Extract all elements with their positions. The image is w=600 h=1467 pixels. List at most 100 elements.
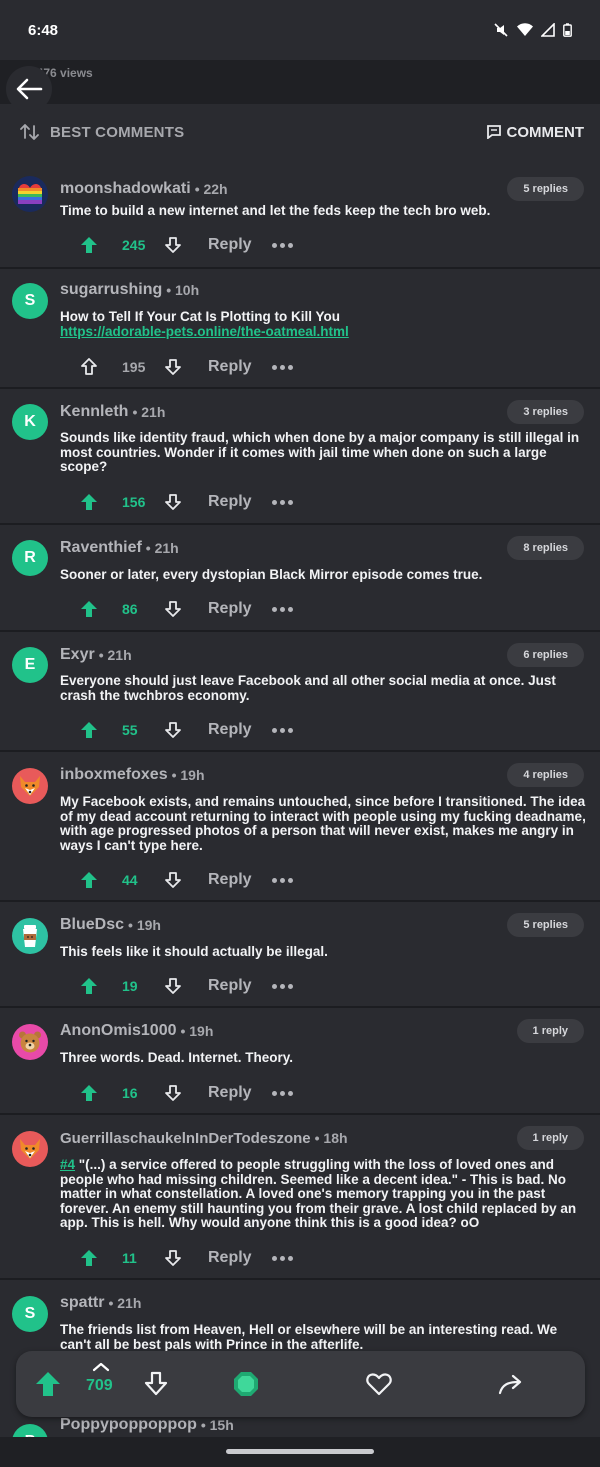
more-options-icon[interactable]	[271, 499, 293, 505]
upvote-icon[interactable]	[78, 600, 100, 618]
replies-button[interactable]: 3 replies	[507, 400, 584, 424]
share-arrow-icon[interactable]	[497, 1370, 525, 1398]
avatar[interactable]	[12, 918, 48, 954]
comment-username[interactable]: AnonOmis1000	[60, 1022, 176, 1040]
comment-username[interactable]: Poppypoppoppop	[60, 1416, 197, 1434]
reply-button[interactable]: Reply	[208, 358, 252, 376]
comment-text: The friends list from Heaven, Hell or el…	[60, 1322, 558, 1352]
upvote-icon[interactable]	[78, 493, 100, 511]
home-indicator[interactable]	[226, 1449, 374, 1454]
sort-button[interactable]: BEST COMMENTS	[20, 124, 184, 141]
reply-button[interactable]: Reply	[208, 236, 252, 254]
replies-button[interactable]: 1 reply	[516, 1126, 584, 1150]
comment-username[interactable]: GuerrillaschaukelnInDerTodeszone	[60, 1130, 311, 1147]
post-score: 709	[86, 1377, 113, 1394]
comment-time: • 19h	[128, 917, 161, 933]
downvote-icon[interactable]	[162, 358, 184, 376]
replies-button[interactable]: 8 replies	[507, 536, 584, 560]
favorite-heart-icon[interactable]	[365, 1370, 393, 1398]
comment-score: 86	[122, 601, 138, 617]
avatar[interactable]: R	[12, 540, 48, 576]
comment-username[interactable]: inboxmefoxes	[60, 766, 168, 784]
upvote-icon[interactable]	[78, 358, 100, 376]
reply-button[interactable]: Reply	[208, 1249, 252, 1267]
comment-actions: 19 Reply	[78, 971, 293, 1001]
comment-body: How to Tell If Your Cat Is Plotting to K…	[60, 309, 340, 324]
comment-username[interactable]: sugarrushing	[60, 281, 162, 299]
comment-item: R Raventhief • 21h 8 replies Sooner or l…	[0, 527, 600, 632]
comment-username[interactable]: Exyr	[60, 646, 95, 664]
more-options-icon[interactable]	[271, 242, 293, 248]
more-options-icon[interactable]	[271, 606, 293, 612]
more-options-icon[interactable]	[271, 364, 293, 370]
upvote-icon[interactable]	[78, 977, 100, 995]
bear-icon	[19, 1031, 41, 1053]
downvote-icon[interactable]	[162, 493, 184, 511]
avatar[interactable]	[12, 1131, 48, 1167]
downvote-icon[interactable]	[162, 721, 184, 739]
comment-actions: 11 Reply	[78, 1243, 293, 1273]
upvote-icon[interactable]	[78, 871, 100, 889]
reply-button[interactable]: Reply	[208, 871, 252, 889]
reply-button[interactable]: Reply	[208, 493, 252, 511]
avatar[interactable]	[12, 176, 48, 212]
award-gem-icon[interactable]	[232, 1370, 260, 1398]
upvote-icon[interactable]	[78, 236, 100, 254]
avatar[interactable]	[12, 1024, 48, 1060]
downvote-icon[interactable]	[162, 871, 184, 889]
upvote-icon[interactable]	[78, 1084, 100, 1102]
avatar[interactable]: S	[12, 283, 48, 319]
more-options-icon[interactable]	[271, 877, 293, 883]
upvote-icon[interactable]	[78, 721, 100, 739]
comment-time: • 21h	[98, 647, 132, 663]
status-icons	[493, 22, 572, 38]
comment-actions: 86 Reply	[78, 594, 293, 624]
comment-username[interactable]: spattr	[60, 1294, 104, 1312]
comment-icon	[486, 125, 501, 139]
more-options-icon[interactable]	[271, 983, 293, 989]
comment-time: • 19h	[180, 1023, 214, 1039]
downvote-icon[interactable]	[162, 1249, 184, 1267]
comment-username[interactable]: Kennleth	[60, 403, 128, 421]
comment-actions: 156 Reply	[78, 487, 293, 517]
signal-icon	[541, 23, 555, 37]
replies-button[interactable]: 1 reply	[516, 1019, 584, 1043]
comment-reference-link[interactable]: #4	[60, 1157, 75, 1172]
comment-link[interactable]: https://adorable-pets.online/the-oatmeal…	[60, 324, 349, 339]
avatar[interactable]: S	[12, 1296, 48, 1332]
rainbow-heart-icon	[18, 184, 42, 204]
avatar[interactable]: K	[12, 404, 48, 440]
comment-item: K Kennleth • 21h 3 replies Sounds like i…	[0, 391, 600, 525]
more-options-icon[interactable]	[271, 1255, 293, 1261]
avatar[interactable]: E	[12, 647, 48, 683]
more-options-icon[interactable]	[271, 727, 293, 733]
avatar[interactable]	[12, 768, 48, 804]
downvote-icon[interactable]	[162, 977, 184, 995]
upvote-icon[interactable]	[78, 1249, 100, 1267]
downvote-icon[interactable]	[162, 236, 184, 254]
comment-actions: 55 Reply	[78, 715, 293, 745]
post-downvote-icon[interactable]	[142, 1370, 170, 1398]
chevron-up-icon[interactable]	[92, 1359, 110, 1377]
comment-username[interactable]: moonshadowkati	[60, 180, 191, 198]
replies-button[interactable]: 6 replies	[507, 643, 584, 667]
replies-button[interactable]: 4 replies	[507, 763, 584, 787]
reply-button[interactable]: Reply	[208, 977, 252, 995]
comment-username[interactable]: BlueDsc	[60, 916, 124, 934]
reply-button[interactable]: Reply	[208, 1084, 252, 1102]
comment-time: • 21h	[108, 1295, 142, 1311]
downvote-icon[interactable]	[162, 600, 184, 618]
replies-button[interactable]: 5 replies	[507, 177, 584, 201]
back-button[interactable]	[6, 66, 52, 112]
comment-time: • 15h	[200, 1417, 234, 1433]
downvote-icon[interactable]	[162, 1084, 184, 1102]
more-options-icon[interactable]	[271, 1090, 293, 1096]
reply-button[interactable]: Reply	[208, 721, 252, 739]
replies-button[interactable]: 5 replies	[507, 913, 584, 937]
avatar[interactable]: P	[12, 1424, 48, 1437]
comment-button[interactable]: COMMENT	[486, 124, 584, 141]
post-upvote-icon[interactable]	[34, 1370, 62, 1398]
reply-button[interactable]: Reply	[208, 600, 252, 618]
status-time: 6:48	[28, 21, 59, 39]
comment-username[interactable]: Raventhief	[60, 539, 142, 557]
